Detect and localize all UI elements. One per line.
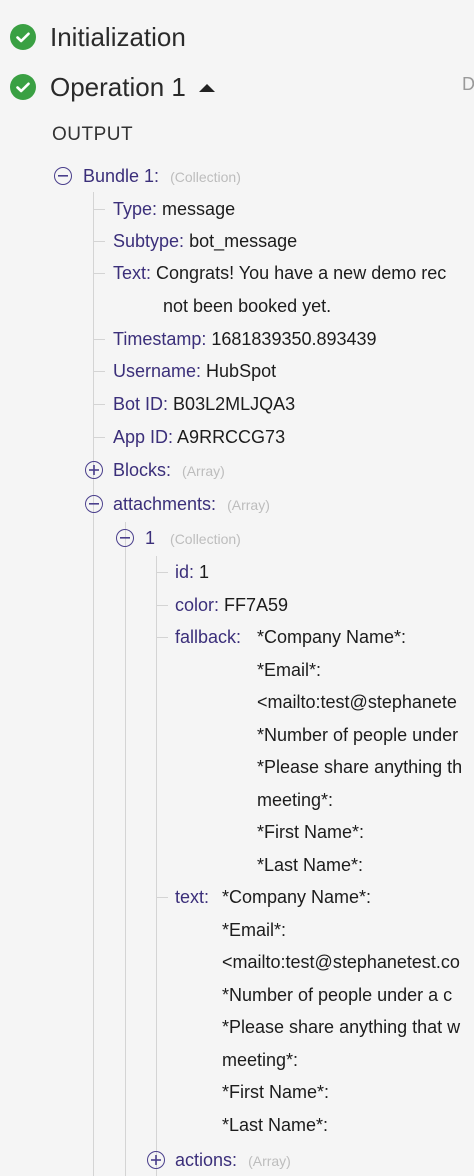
- tree-branch: [156, 572, 168, 573]
- field-key: Timestamp:: [113, 329, 207, 349]
- edge-glyph: D: [462, 74, 474, 94]
- attachments-label: attachments:: [113, 494, 217, 514]
- field-value: 1: [199, 562, 210, 582]
- tree-branch: [93, 437, 105, 438]
- collapse-icon[interactable]: [85, 495, 103, 513]
- field-value: not been booked yet.: [163, 296, 332, 316]
- tree-branch: [93, 404, 105, 405]
- field-value: bot_message: [189, 231, 298, 251]
- bundle-label: Bundle 1:: [83, 166, 160, 186]
- text-line: *Company Name*:: [222, 887, 372, 907]
- step-title-initialization[interactable]: Initialization: [50, 22, 186, 53]
- bundle-type: (Collection): [170, 169, 241, 185]
- tree-branch: [156, 897, 168, 898]
- step-title-operation-1[interactable]: Operation 1: [50, 72, 186, 103]
- field-timestamp: Timestamp: 1681839350.893439: [113, 329, 377, 350]
- fallback-line: *First Name*:: [257, 822, 365, 842]
- field-value: message: [162, 199, 236, 219]
- field-key: App ID:: [113, 427, 174, 447]
- attachments-type: (Array): [227, 497, 270, 513]
- field-value: Congrats! You have a new demo rec: [156, 263, 447, 283]
- field-key: Bot ID:: [113, 394, 169, 414]
- field-key: color:: [175, 595, 220, 615]
- fallback-line: *Please share anything th: [257, 757, 463, 777]
- fallback-line: *Email*:: [257, 660, 322, 680]
- fallback-line: *Last Name*:: [257, 855, 364, 875]
- actions-label: actions:: [175, 1150, 238, 1170]
- expand-icon[interactable]: [147, 1151, 165, 1169]
- check-circle-icon: [10, 74, 36, 100]
- text-line: *Number of people under a c: [222, 985, 453, 1005]
- field-app-id: App ID: A9RRCCG73: [113, 427, 285, 448]
- fallback-line: <mailto:test@stephanete: [257, 692, 457, 712]
- blocks-row: Blocks: (Array): [113, 460, 225, 481]
- bundle-row: Bundle 1: (Collection): [83, 166, 241, 187]
- field-key: text:: [175, 887, 210, 907]
- field-fallback: fallback:: [175, 627, 241, 648]
- field-text: text:: [175, 887, 209, 908]
- field-key: Type:: [113, 199, 158, 219]
- tree-branch: [93, 273, 105, 274]
- tree-branch: [93, 339, 105, 340]
- field-value: HubSpot: [206, 361, 277, 381]
- field-text: Text: Congrats! You have a new demo rec: [113, 263, 446, 284]
- attachment-item-row: 1 (Collection): [145, 528, 241, 549]
- attachments-row: attachments: (Array): [113, 494, 270, 515]
- tree-guide-attachments: [125, 522, 126, 1176]
- field-id: id: 1: [175, 562, 209, 583]
- field-value: 1681839350.893439: [211, 329, 377, 349]
- field-text-continuation: not been booked yet.: [163, 296, 331, 317]
- caret-up-icon[interactable]: [198, 80, 216, 98]
- field-bot-id: Bot ID: B03L2MLJQA3: [113, 394, 295, 415]
- blocks-label: Blocks:: [113, 460, 172, 480]
- text-line: *First Name*:: [222, 1082, 330, 1102]
- field-value: B03L2MLJQA3: [173, 394, 296, 414]
- text-line: *Please share anything that w: [222, 1017, 461, 1037]
- tree-branch: [156, 605, 168, 606]
- field-key: Text:: [113, 263, 152, 283]
- field-key: fallback:: [175, 627, 242, 647]
- collapse-icon[interactable]: [116, 529, 134, 547]
- field-key: Username:: [113, 361, 202, 381]
- item-type: (Collection): [170, 531, 241, 547]
- expand-icon[interactable]: [85, 461, 103, 479]
- fallback-line: *Number of people under: [257, 725, 459, 745]
- actions-row: actions: (Array): [175, 1150, 291, 1171]
- field-subtype: Subtype: bot_message: [113, 231, 297, 252]
- actions-type: (Array): [248, 1153, 291, 1169]
- text-line: meeting*:: [222, 1050, 299, 1070]
- text-line: *Last Name*:: [222, 1115, 329, 1135]
- field-username: Username: HubSpot: [113, 361, 276, 382]
- item-label: 1: [145, 528, 156, 548]
- tree-guide-item: [156, 556, 157, 1176]
- blocks-type: (Array): [182, 463, 225, 479]
- text-line: <mailto:test@stephanetest.co: [222, 952, 460, 972]
- fallback-line: meeting*:: [257, 790, 334, 810]
- fallback-line: *Company Name*:: [257, 627, 407, 647]
- field-value: A9RRCCG73: [177, 427, 286, 447]
- output-label: OUTPUT: [52, 124, 134, 145]
- tree-branch: [93, 371, 105, 372]
- field-key: id:: [175, 562, 195, 582]
- field-color: color: FF7A59: [175, 595, 288, 616]
- tree-branch: [93, 209, 105, 210]
- text-line: *Email*:: [222, 920, 287, 940]
- check-circle-icon: [10, 24, 36, 50]
- collapse-icon[interactable]: [54, 167, 72, 185]
- field-type: Type: message: [113, 199, 235, 220]
- tree-branch: [93, 241, 105, 242]
- field-value: FF7A59: [224, 595, 289, 615]
- field-key: Subtype:: [113, 231, 185, 251]
- tree-branch: [156, 637, 168, 638]
